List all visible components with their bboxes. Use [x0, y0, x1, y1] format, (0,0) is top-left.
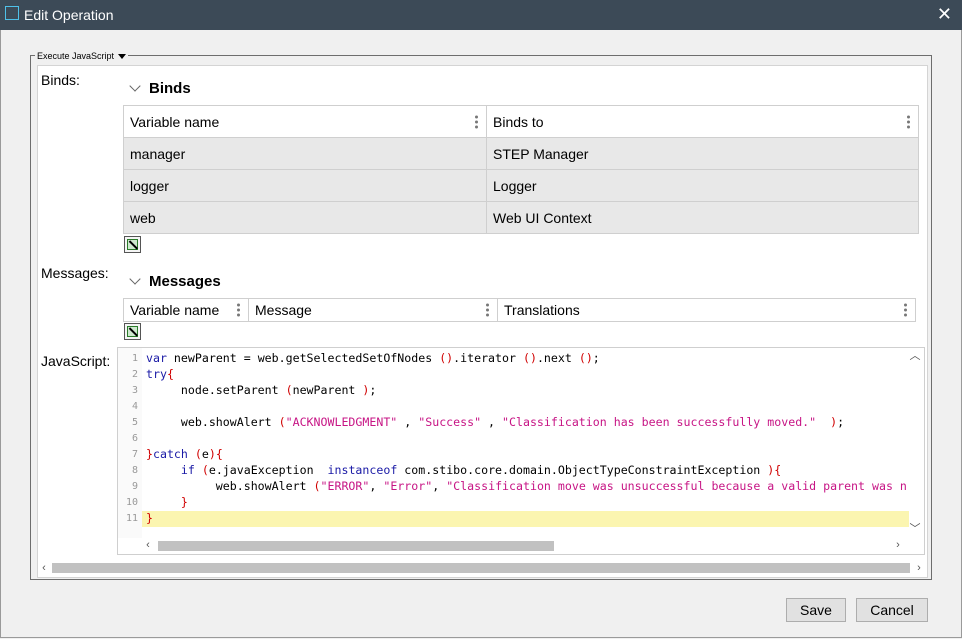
column-header-message[interactable]: Message: [248, 298, 498, 322]
binds-section-title: Binds: [149, 80, 191, 97]
add-message-icon[interactable]: [124, 323, 141, 340]
panel-horizontal-scrollbar[interactable]: ‹ ›: [38, 561, 927, 575]
code-line[interactable]: web.showAlert ("ACKNOWLEDGMENT" , "Succe…: [146, 415, 844, 429]
code-line[interactable]: var newParent = web.getSelectedSetOfNode…: [146, 351, 600, 365]
cancel-button[interactable]: Cancel: [856, 598, 928, 622]
chevron-down-icon: [129, 273, 141, 285]
table-row[interactable]: logger Logger: [123, 169, 919, 202]
binds-label: Binds:: [41, 72, 80, 88]
code-line[interactable]: if (e.javaException instanceof com.stibo…: [146, 463, 781, 477]
column-menu-icon[interactable]: [237, 302, 240, 319]
cell-variable-name: logger: [123, 169, 487, 202]
code-line[interactable]: }: [146, 495, 188, 509]
window-title: Edit Operation: [24, 7, 114, 23]
line-number: 10: [125, 497, 138, 508]
code-line[interactable]: node.setParent (newParent );: [146, 383, 376, 397]
scroll-right-icon[interactable]: ›: [913, 562, 925, 574]
line-number: 9: [131, 481, 138, 492]
column-header-binds-to[interactable]: Binds to: [486, 105, 919, 138]
scrollbar-thumb[interactable]: [158, 541, 554, 551]
column-menu-icon[interactable]: [904, 302, 907, 319]
window-icon: [5, 6, 19, 20]
line-number: 1: [131, 353, 138, 364]
table-row[interactable]: manager STEP Manager: [123, 137, 919, 170]
cell-binds-to: Web UI Context: [486, 201, 919, 234]
line-number: 11: [125, 513, 138, 524]
chevron-down-icon: [129, 80, 141, 92]
column-header-variable-name[interactable]: Variable name: [123, 105, 487, 138]
caret-down-icon: [118, 54, 127, 60]
title-bar: Edit Operation ✕: [0, 0, 962, 30]
column-header-translations[interactable]: Translations: [497, 298, 916, 322]
javascript-label: JavaScript:: [41, 353, 111, 369]
group-legend[interactable]: Execute JavaScript: [35, 51, 129, 61]
column-menu-icon[interactable]: [907, 113, 910, 130]
line-number: 5: [131, 417, 138, 428]
cell-binds-to: Logger: [486, 169, 919, 202]
line-number: 6: [131, 433, 138, 444]
scroll-left-icon[interactable]: ‹: [142, 539, 154, 551]
column-header-variable-name[interactable]: Variable name: [123, 298, 249, 322]
cell-variable-name: web: [123, 201, 487, 234]
code-line[interactable]: try{: [146, 367, 174, 381]
group-legend-label: Execute JavaScript: [37, 51, 115, 61]
scroll-right-icon[interactable]: ›: [892, 539, 904, 551]
table-row[interactable]: web Web UI Context: [123, 201, 919, 234]
current-line-highlight: [142, 511, 909, 527]
code-line[interactable]: }: [146, 511, 153, 525]
close-icon[interactable]: ✕: [937, 4, 952, 24]
line-number: 2: [131, 369, 138, 380]
line-number: 4: [131, 401, 138, 412]
horizontal-scrollbar[interactable]: ‹ ›: [142, 538, 908, 552]
messages-section-header[interactable]: Messages: [129, 273, 221, 290]
save-button[interactable]: Save: [786, 598, 846, 622]
code-line[interactable]: web.showAlert ("ERROR", "Error", "Classi…: [146, 479, 907, 493]
messages-table: Variable name Message Translations: [123, 298, 916, 322]
scroll-left-icon[interactable]: ‹: [38, 562, 50, 574]
line-number: 8: [131, 465, 138, 476]
cell-variable-name: manager: [123, 137, 487, 170]
messages-section-title: Messages: [149, 273, 221, 290]
code-line[interactable]: }catch (e){: [146, 447, 223, 461]
column-menu-icon[interactable]: [486, 302, 489, 319]
line-number: 3: [131, 385, 138, 396]
scrollbar-thumb[interactable]: [52, 563, 910, 573]
column-menu-icon[interactable]: [475, 113, 478, 130]
messages-label: Messages:: [41, 265, 109, 281]
binds-table: Variable name Binds to manager STEP Mana…: [123, 105, 919, 234]
add-bind-icon[interactable]: [124, 236, 141, 253]
line-number: 7: [131, 449, 138, 460]
javascript-editor[interactable]: 1 var newParent = web.getSelectedSetOfNod…: [117, 347, 925, 555]
cell-binds-to: STEP Manager: [486, 137, 919, 170]
vertical-scrollbar[interactable]: ︿ ﹀: [908, 348, 922, 538]
scroll-down-icon[interactable]: ﹀: [909, 523, 921, 535]
scroll-up-icon[interactable]: ︿: [909, 350, 921, 362]
binds-section-header[interactable]: Binds: [129, 80, 191, 97]
